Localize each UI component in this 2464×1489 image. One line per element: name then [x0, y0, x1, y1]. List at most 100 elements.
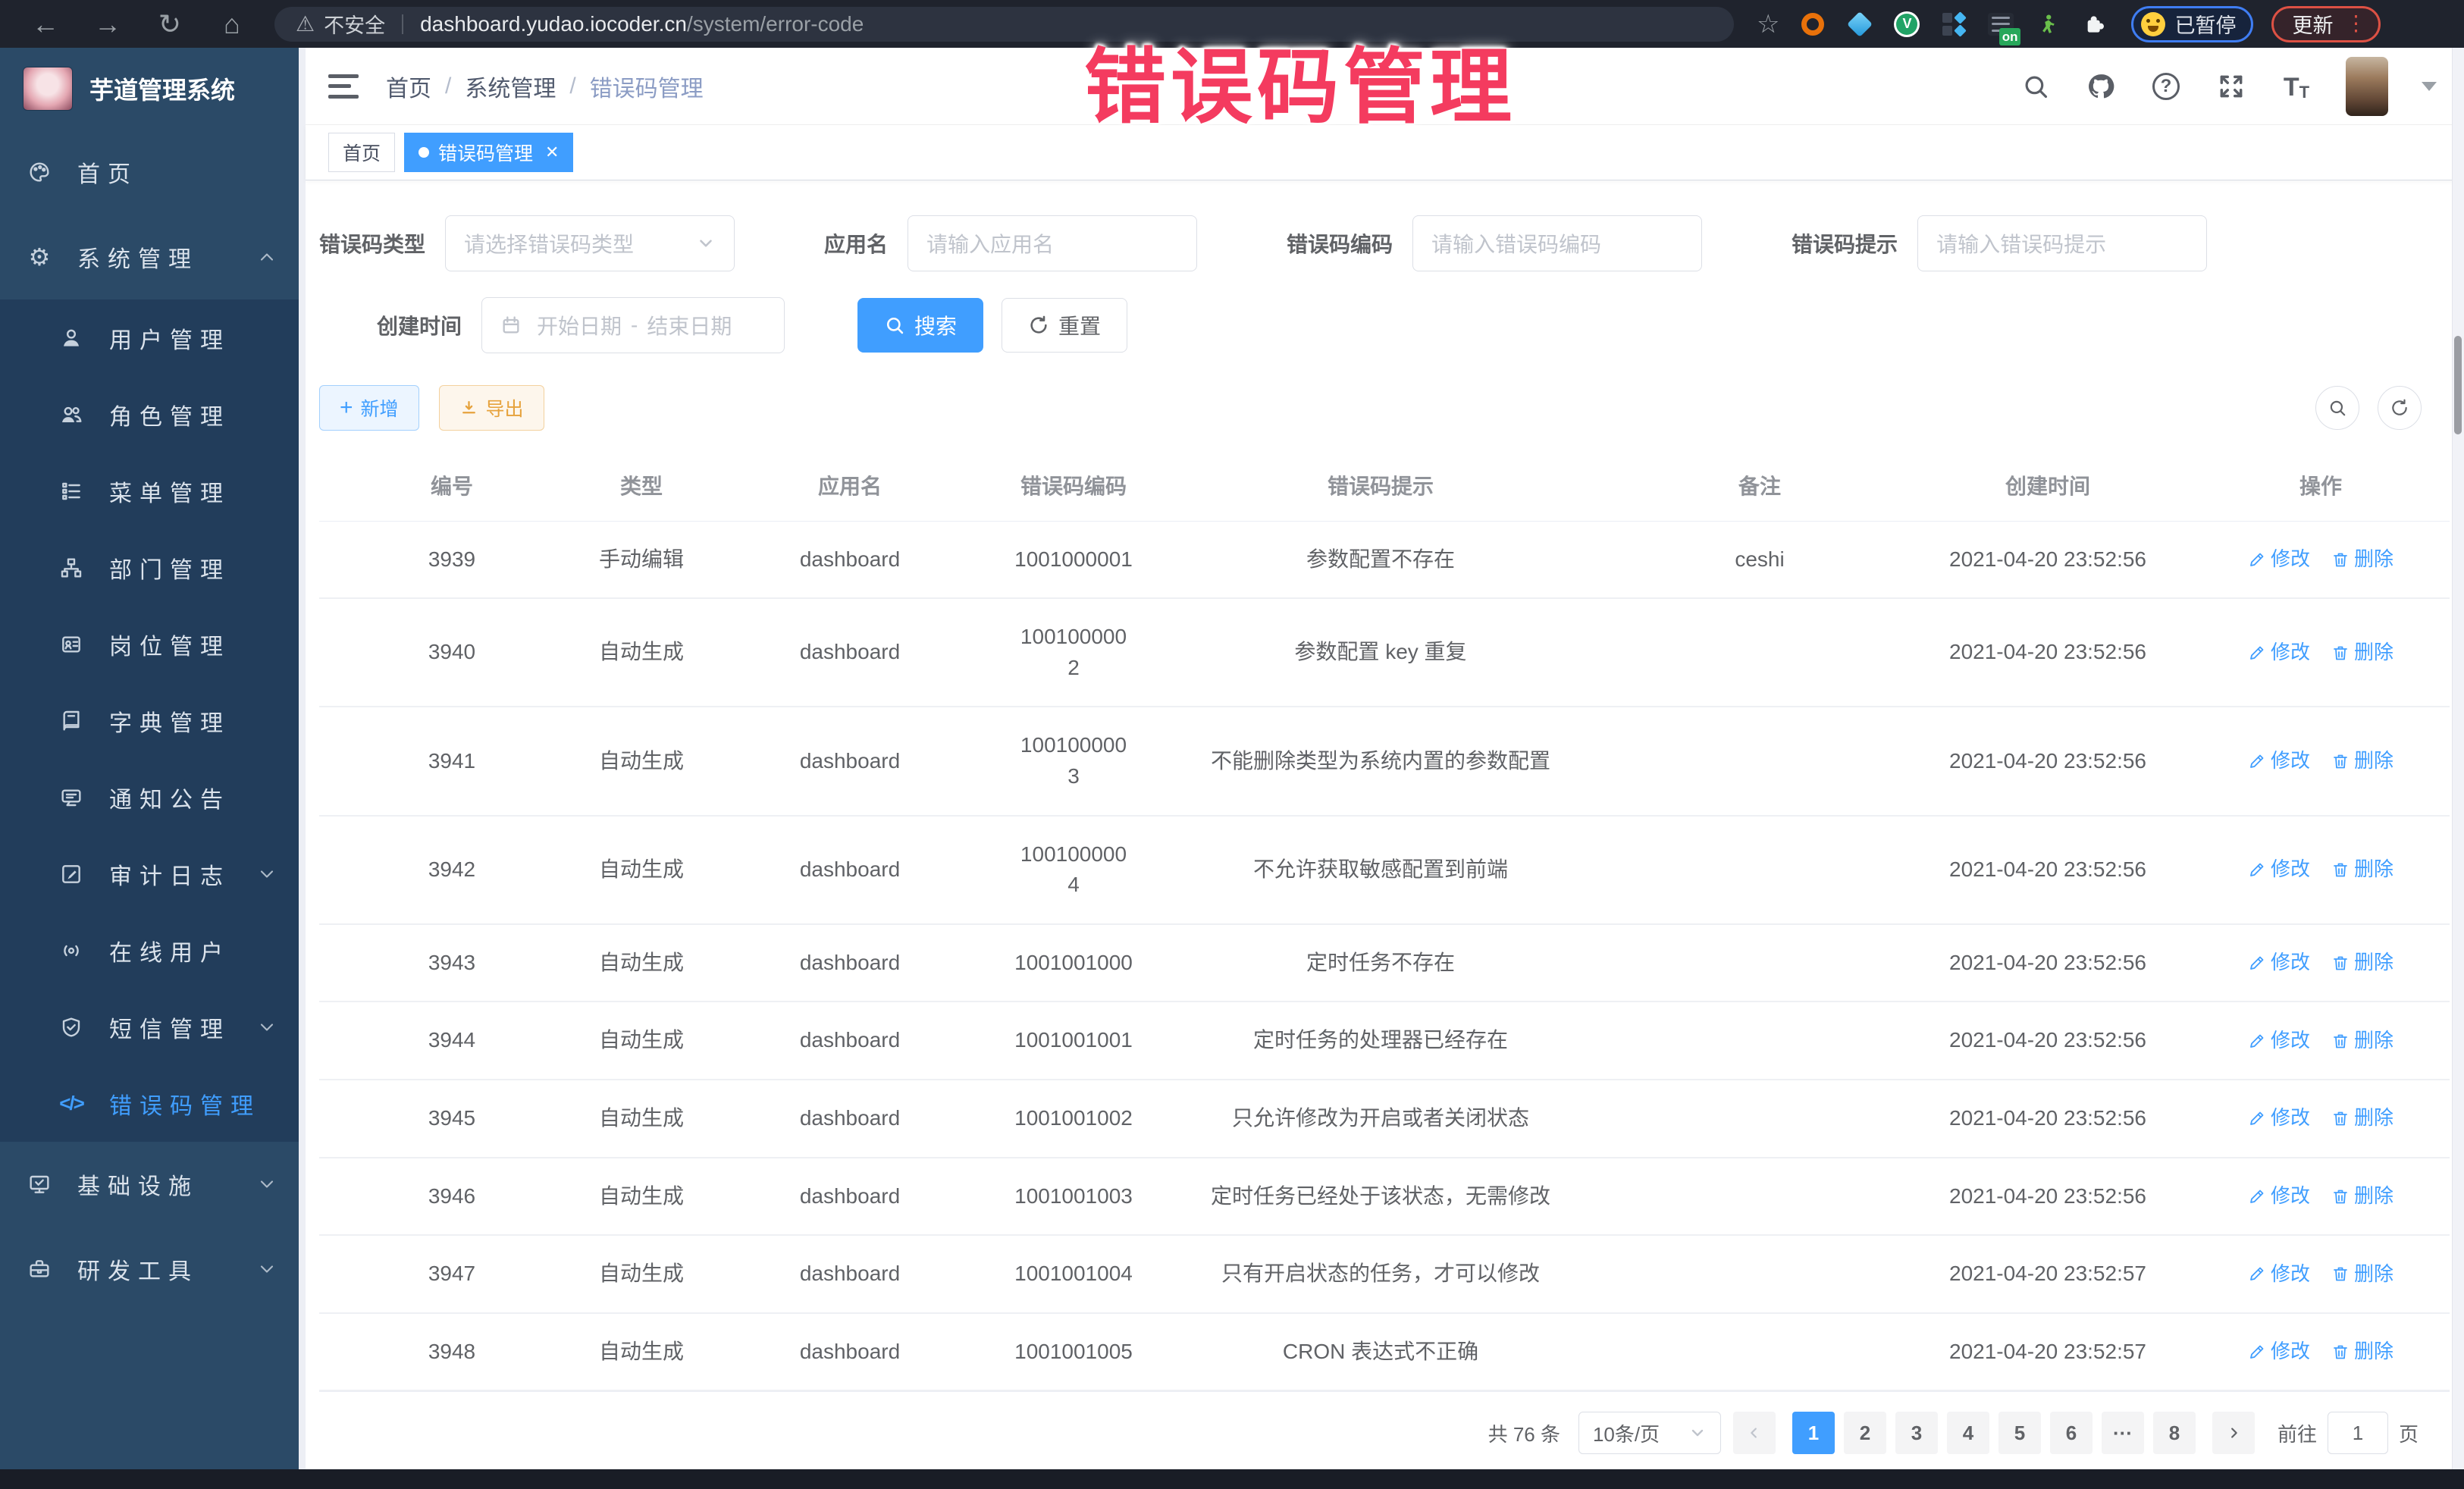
green-v-icon[interactable]: V [1893, 11, 1920, 38]
cell-remark [1616, 707, 1904, 814]
gem-icon[interactable] [1846, 11, 1873, 38]
sidebar-item-dept-management[interactable]: 部门管理 [0, 529, 299, 606]
kebab-menu-icon[interactable]: ⋮ [2345, 17, 2366, 30]
sidebar-item-home[interactable]: 首页 [0, 130, 299, 215]
sidebar-item-sms-management[interactable]: 短信管理 [0, 989, 299, 1065]
bookmark-star-icon[interactable]: ☆ [1757, 9, 1779, 39]
page-scrollbar[interactable] [2452, 48, 2464, 1469]
refresh-table-button[interactable] [2378, 386, 2422, 430]
delete-link[interactable]: 删除 [2331, 1027, 2393, 1055]
page-ellipsis[interactable]: ··· [2102, 1412, 2144, 1454]
scrollbar-thumb[interactable] [2454, 336, 2462, 434]
edit-link[interactable]: 修改 [2248, 1027, 2310, 1055]
sidebar-item-role-management[interactable]: 角色管理 [0, 376, 299, 453]
sidebar-item-user-management[interactable]: 用户管理 [0, 299, 299, 376]
export-button[interactable]: 导出 [439, 385, 544, 431]
font-size-icon[interactable]: TT [2281, 71, 2312, 102]
grid-icon[interactable] [1940, 11, 1967, 38]
target-icon[interactable] [1799, 11, 1826, 38]
next-page-button[interactable] [2212, 1412, 2255, 1454]
delete-link[interactable]: 删除 [2331, 545, 2393, 574]
edit-link[interactable]: 修改 [2248, 747, 2310, 776]
delete-link[interactable]: 删除 [2331, 855, 2393, 884]
edit-link[interactable]: 修改 [2248, 1337, 2310, 1366]
goto-page-input[interactable]: 1 [2328, 1412, 2388, 1454]
close-tag-icon[interactable]: ✕ [545, 143, 559, 162]
delete-link[interactable]: 删除 [2331, 1337, 2393, 1366]
page-button-3[interactable]: 3 [1895, 1412, 1938, 1454]
delete-link[interactable]: 删除 [2331, 1260, 2393, 1289]
delete-link[interactable]: 删除 [2331, 638, 2393, 667]
figure-icon[interactable] [2034, 11, 2061, 38]
sidebar-item-dict-management[interactable]: 字典管理 [0, 682, 299, 759]
breadcrumb-item[interactable]: 系统管理 [465, 70, 556, 103]
breadcrumb-item[interactable]: 首页 [386, 70, 431, 103]
delete-link[interactable]: 删除 [2331, 948, 2393, 977]
help-icon[interactable]: ? [2150, 71, 2182, 102]
delete-link[interactable]: 删除 [2331, 1104, 2393, 1133]
reload-icon[interactable]: ↻ [155, 8, 185, 40]
page-size-select[interactable]: 10条/页 [1578, 1412, 1721, 1454]
column-header: 备注 [1616, 453, 1904, 521]
error-code-input[interactable]: 请输入错误码编码 [1412, 215, 1702, 271]
sidebar-item-online-users[interactable]: 在线用户 [0, 912, 299, 989]
sidebar-scrollbar[interactable] [299, 48, 306, 1469]
sidebar-item-notice-management[interactable]: 通知公告 [0, 759, 299, 835]
page-button-4[interactable]: 4 [1947, 1412, 1989, 1454]
edit-link[interactable]: 修改 [2248, 545, 2310, 574]
hamburger-icon[interactable] [328, 74, 359, 99]
delete-link[interactable]: 删除 [2331, 747, 2393, 776]
error-msg-label: 错误码提示 [1792, 228, 1898, 259]
edit-link[interactable]: 修改 [2248, 948, 2310, 977]
tag-active[interactable]: 错误码管理✕ [404, 133, 573, 172]
paused-extension-pill[interactable]: 已暂停 [2131, 6, 2253, 42]
browser-update-button[interactable]: 更新 ⋮ [2271, 6, 2381, 42]
cell-app: dashboard [698, 925, 1002, 1002]
home-icon[interactable]: ⌂ [217, 8, 247, 40]
menu-list-icon [58, 478, 85, 505]
sidebar-item-system-management[interactable]: ⚙系统管理 [0, 215, 299, 299]
reset-button[interactable]: 重置 [1002, 298, 1127, 353]
error-type-select[interactable]: 请选择错误码类型 [445, 215, 735, 271]
error-msg-input[interactable]: 请输入错误码提示 [1917, 215, 2207, 271]
app-logo-row[interactable]: 芋道管理系统 [0, 48, 299, 130]
avatar[interactable] [2346, 57, 2388, 116]
fullscreen-icon[interactable] [2215, 71, 2247, 102]
breadcrumb-separator: / [569, 74, 575, 99]
page-button-1[interactable]: 1 [1792, 1412, 1835, 1454]
sidebar-item-audit-log[interactable]: 审计日志 [0, 835, 299, 912]
total-count: 共 76 条 [1488, 1419, 1560, 1447]
add-button[interactable]: + 新增 [319, 385, 419, 431]
github-icon[interactable] [2085, 71, 2117, 102]
chevron-down-icon[interactable] [2422, 82, 2437, 91]
edit-link[interactable]: 修改 [2248, 638, 2310, 667]
sidebar-item-menu-management[interactable]: 菜单管理 [0, 453, 299, 529]
forward-icon[interactable]: → [92, 8, 123, 40]
sidebar-item-post-management[interactable]: 岗位管理 [0, 606, 299, 682]
date-range-picker[interactable]: 开始日期 - 结束日期 [481, 297, 785, 353]
overlay-annotation-title: 错误码管理 [1084, 21, 1516, 139]
sidebar-item-error-code-management[interactable]: </>错误码管理 [0, 1065, 299, 1142]
sidebar-item-dev-tools[interactable]: 研发工具 [0, 1227, 299, 1312]
edit-link[interactable]: 修改 [2248, 855, 2310, 884]
back-icon[interactable]: ← [30, 8, 61, 40]
search-button[interactable]: 搜索 [857, 298, 983, 353]
page-button-2[interactable]: 2 [1844, 1412, 1886, 1454]
edit-link[interactable]: 修改 [2248, 1260, 2310, 1289]
puzzle-icon[interactable] [2081, 11, 2108, 38]
prev-page-button[interactable] [1733, 1412, 1776, 1454]
edit-link[interactable]: 修改 [2248, 1182, 2310, 1211]
tag-0[interactable]: 首页 [328, 133, 395, 172]
page-button-8[interactable]: 8 [2153, 1412, 2196, 1454]
page-button-6[interactable]: 6 [2050, 1412, 2093, 1454]
column-header: 错误码编码 [1002, 453, 1146, 521]
sidebar-item-infrastructure[interactable]: 基础设施 [0, 1142, 299, 1227]
page-button-5[interactable]: 5 [1998, 1412, 2041, 1454]
show-search-toggle-button[interactable] [2315, 386, 2359, 430]
app-name-input[interactable]: 请输入应用名 [908, 215, 1197, 271]
edit-link[interactable]: 修改 [2248, 1104, 2310, 1133]
list-on-icon[interactable]: on [1987, 11, 2014, 38]
search-icon[interactable] [2020, 71, 2052, 102]
cell-code: 1001001000 [1002, 925, 1146, 1002]
delete-link[interactable]: 删除 [2331, 1182, 2393, 1211]
